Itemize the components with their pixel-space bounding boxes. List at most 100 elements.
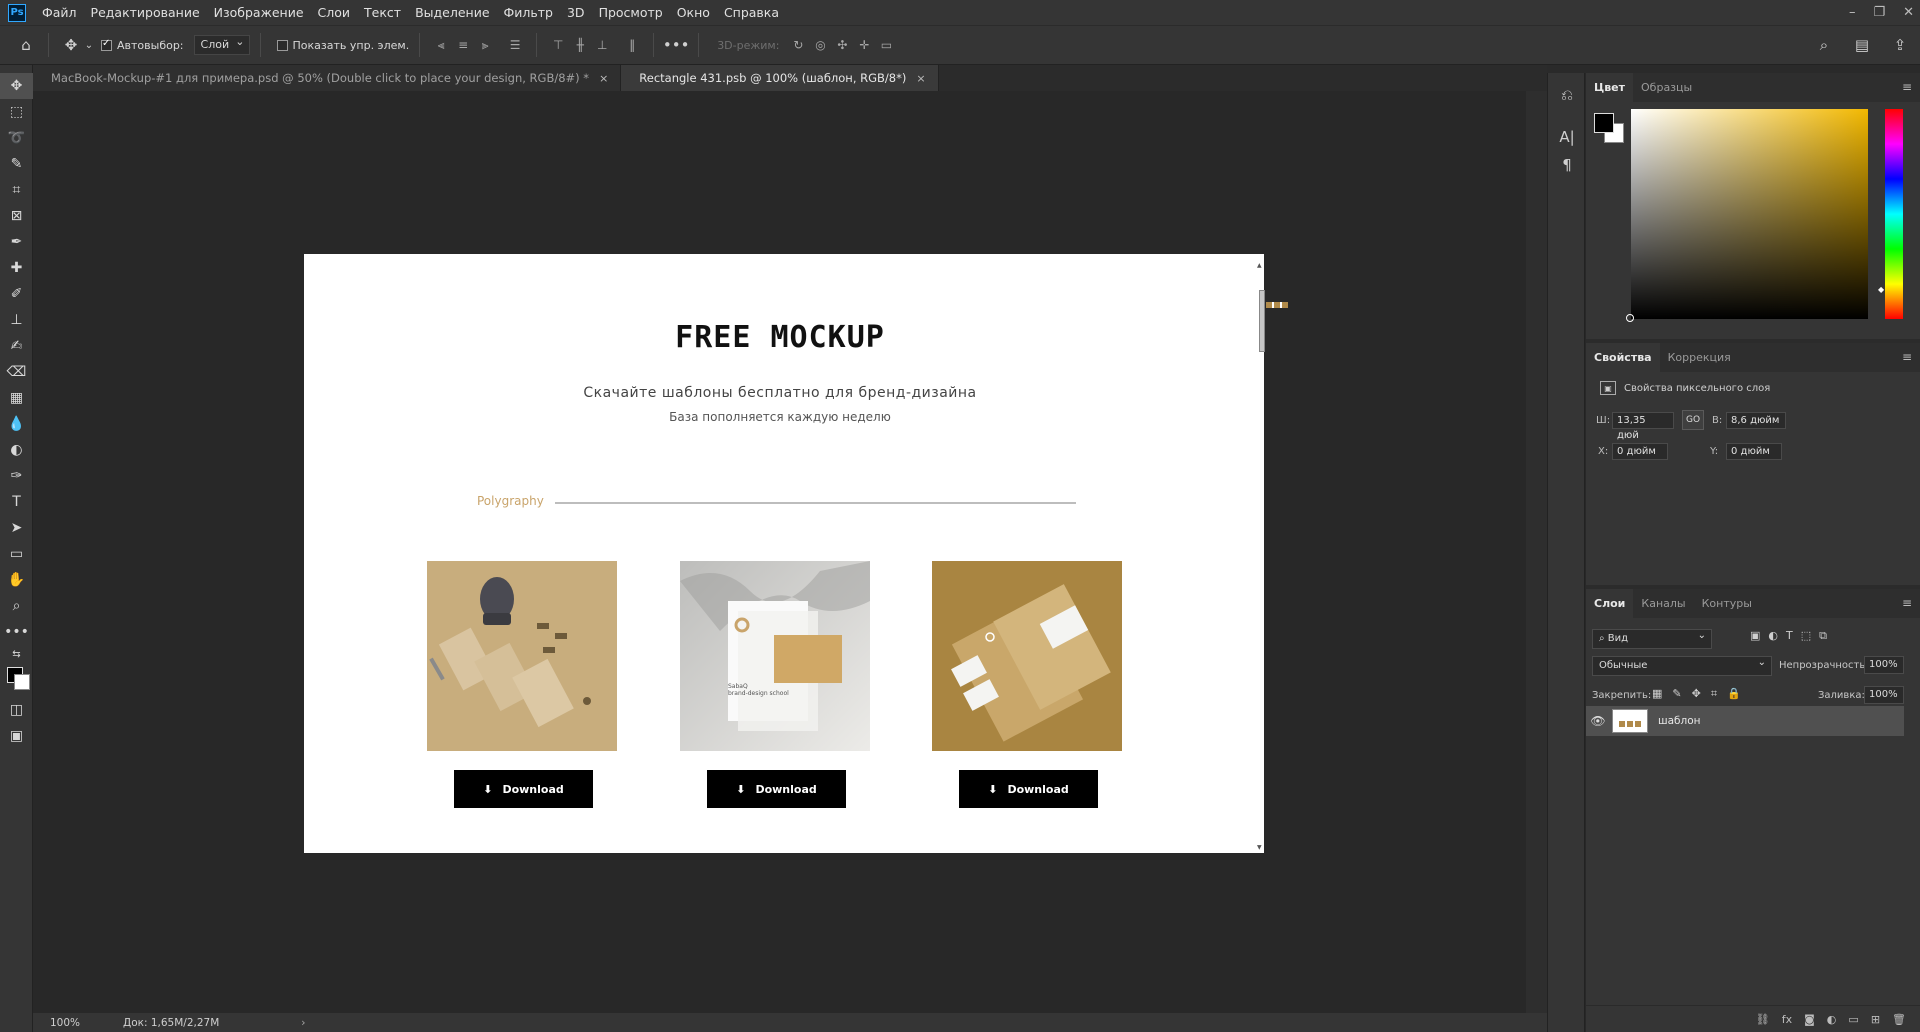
align-right-icon[interactable]: ⫸ xyxy=(474,34,496,56)
character-panel-icon[interactable]: A| xyxy=(1548,123,1586,151)
auto-select-target-dropdown[interactable]: Слой xyxy=(193,33,250,55)
download-button-branding[interactable]: ⬇ Download xyxy=(707,770,846,808)
filter-shape-icon[interactable]: ⬚ xyxy=(1801,629,1811,643)
menu-3d[interactable]: 3D xyxy=(560,0,592,25)
canvas-vertical-scrollbar[interactable] xyxy=(1526,91,1547,1013)
menu-window[interactable]: Окно xyxy=(670,0,717,25)
eraser-tool-icon[interactable]: ⌫ xyxy=(0,359,33,385)
menu-help[interactable]: Справка xyxy=(717,0,786,25)
blur-tool-icon[interactable]: 💧 xyxy=(0,411,33,437)
scroll-up-icon[interactable]: ▲ xyxy=(1257,262,1262,269)
filter-pixel-icon[interactable]: ▣ xyxy=(1750,629,1760,643)
opacity-field[interactable]: 100% xyxy=(1864,656,1904,674)
menu-edit[interactable]: Редактирование xyxy=(84,0,207,25)
lasso-tool-icon[interactable]: ➰ xyxy=(0,125,33,151)
height-field[interactable]: 8,6 дюйм xyxy=(1726,412,1786,429)
doc-scroll-thumb[interactable] xyxy=(1259,290,1288,352)
pen-tool-icon[interactable]: ✑ xyxy=(0,463,33,489)
doc-scrollbar[interactable]: ▲ ▼ xyxy=(1256,254,1288,853)
roll-3d-icon[interactable]: ◎ xyxy=(809,34,831,56)
tab-adjustments[interactable]: Коррекция xyxy=(1660,343,1739,372)
quick-mask-icon[interactable]: ◫ xyxy=(0,697,33,723)
distribute-icon[interactable]: ☰ xyxy=(504,34,526,56)
new-layer-icon[interactable]: ⊞ xyxy=(1871,1013,1880,1026)
color-picker-marker[interactable] xyxy=(1626,314,1634,322)
link-dimensions-icon[interactable]: GO xyxy=(1682,410,1704,430)
share-icon[interactable]: ⇪ xyxy=(1888,33,1912,57)
move-tool-icon[interactable]: ✥ xyxy=(59,33,83,57)
align-bottom-icon[interactable]: ⊥ xyxy=(591,34,613,56)
tab-macbook-mockup[interactable]: MacBook-Mockup-#1 для примера.psd @ 50% … xyxy=(33,65,622,91)
link-layers-icon[interactable]: ⛓ xyxy=(1756,1013,1770,1026)
camera-3d-icon[interactable]: ▭ xyxy=(875,34,897,56)
zoom-level[interactable]: 100% xyxy=(33,1017,93,1029)
lock-pixels-icon[interactable]: ✎ xyxy=(1672,687,1681,701)
frame-tool-icon[interactable]: ⊠ xyxy=(0,203,33,229)
tab-layers[interactable]: Слои xyxy=(1586,589,1634,618)
screen-mode-icon[interactable]: ▣ xyxy=(0,723,33,749)
menu-text[interactable]: Текст xyxy=(357,0,408,25)
dodge-tool-icon[interactable]: ◐ xyxy=(0,437,33,463)
filter-smart-object-icon[interactable]: ⧉ xyxy=(1819,629,1827,643)
tab-rectangle-431[interactable]: Rectangle 431.psb @ 100% (шаблон, RGB/8*… xyxy=(621,65,939,91)
panel-menu-icon[interactable]: ≡ xyxy=(1902,80,1912,94)
history-brush-tool-icon[interactable]: ✍ xyxy=(0,333,33,359)
blend-mode-dropdown[interactable]: Обычные xyxy=(1592,654,1772,676)
menu-image[interactable]: Изображение xyxy=(207,0,311,25)
type-tool-icon[interactable]: T xyxy=(0,489,33,515)
panel-collapse-bar[interactable] xyxy=(1547,65,1920,73)
download-button-business-cards[interactable]: ⬇ Download xyxy=(959,770,1098,808)
marquee-tool-icon[interactable]: ⬚ xyxy=(0,99,33,125)
menu-file[interactable]: Файл xyxy=(35,0,84,25)
adjustment-layer-icon[interactable]: ◐ xyxy=(1827,1013,1837,1026)
swap-colors-icon[interactable]: ⇆ xyxy=(0,645,33,663)
tab-properties[interactable]: Свойства xyxy=(1586,343,1660,372)
drag-3d-icon[interactable]: ✣ xyxy=(831,34,853,56)
distribute-v-icon[interactable]: ‖ xyxy=(621,34,643,56)
x-field[interactable]: 0 дюйм xyxy=(1612,443,1668,460)
fg-bg-color-swatches[interactable] xyxy=(0,663,32,697)
eyedropper-tool-icon[interactable]: ✒ xyxy=(0,229,33,255)
tab-color[interactable]: Цвет xyxy=(1586,73,1634,102)
show-transform-checkbox[interactable]: Показать упр. элем. xyxy=(276,39,409,52)
move-tool-icon[interactable]: ✥ xyxy=(0,73,33,99)
foreground-color-swatch[interactable] xyxy=(1594,113,1614,133)
new-group-icon[interactable]: ▭ xyxy=(1848,1013,1858,1026)
search-icon[interactable]: ⌕ xyxy=(1812,33,1836,57)
menu-layers[interactable]: Слои xyxy=(311,0,358,25)
orbit-3d-icon[interactable]: ↻ xyxy=(787,34,809,56)
visibility-eye-icon[interactable]: 👁 xyxy=(1586,714,1610,728)
document-canvas[interactable]: FREE MOCKUP Скачайте шаблоны бесплатно д… xyxy=(304,254,1288,853)
fill-field[interactable]: 100% xyxy=(1864,686,1904,704)
y-field[interactable]: 0 дюйм xyxy=(1726,443,1782,460)
more-options-icon[interactable]: ••• xyxy=(663,33,690,57)
layer-filter-dropdown[interactable]: ⌕ Вид xyxy=(1592,627,1712,649)
menu-select[interactable]: Выделение xyxy=(408,0,496,25)
delete-layer-icon[interactable]: 🗑 xyxy=(1892,1013,1906,1026)
tool-preset-chevron-icon[interactable]: ⌄ xyxy=(83,33,95,57)
filter-type-icon[interactable]: T xyxy=(1786,629,1793,643)
width-field[interactable]: 13,35 дюй xyxy=(1612,412,1674,441)
layer-row[interactable]: 👁 шаблон xyxy=(1586,706,1904,736)
gradient-tool-icon[interactable]: ▦ xyxy=(0,385,33,411)
close-window-icon[interactable]: ✕ xyxy=(1903,5,1914,20)
close-tab-icon[interactable]: × xyxy=(599,72,608,85)
history-panel-icon[interactable]: ⎌ xyxy=(1548,81,1586,109)
tab-swatches[interactable]: Образцы xyxy=(1633,73,1700,102)
lock-all-icon[interactable]: 🔒 xyxy=(1727,687,1741,701)
path-select-tool-icon[interactable]: ➤ xyxy=(0,515,33,541)
tab-channels[interactable]: Каналы xyxy=(1633,589,1693,618)
background-color-swatch[interactable] xyxy=(14,674,30,690)
crop-tool-icon[interactable]: ⌗ xyxy=(0,177,33,203)
color-saturation-field[interactable] xyxy=(1631,109,1868,319)
filter-adjustment-icon[interactable]: ◐ xyxy=(1768,629,1778,643)
layer-name[interactable]: шаблон xyxy=(1658,715,1701,727)
zoom-tool-icon[interactable]: ⌕ xyxy=(0,593,33,619)
align-top-icon[interactable]: ⊤ xyxy=(547,34,569,56)
lock-position-icon[interactable]: ✥ xyxy=(1692,687,1701,701)
menu-view[interactable]: Просмотр xyxy=(592,0,670,25)
tab-paths[interactable]: Контуры xyxy=(1694,589,1760,618)
stamp-tool-icon[interactable]: ⊥ xyxy=(0,307,33,333)
more-tools-icon[interactable]: ••• xyxy=(0,619,33,645)
home-icon[interactable]: ⌂ xyxy=(14,33,38,57)
